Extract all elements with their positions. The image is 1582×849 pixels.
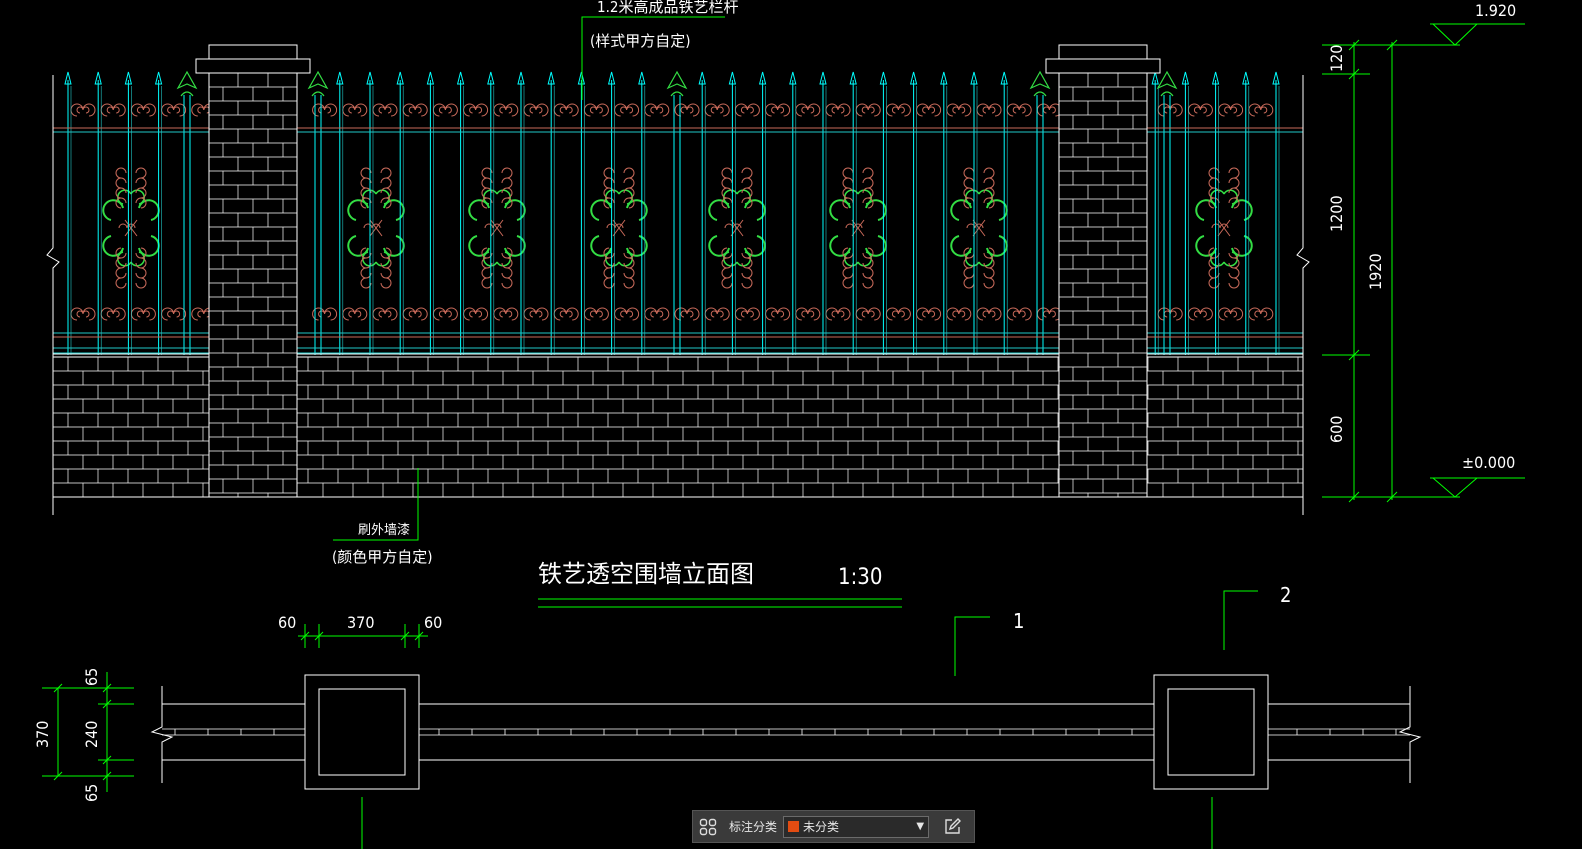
cad-canvas[interactable]: 1.2米高成品铁艺栏杆 (样式甲方自定) 刷外墙漆 (颜色甲方自定) 铁艺透空围… <box>0 0 1582 849</box>
elevation-label-zero: ±0.000 <box>1462 453 1515 472</box>
chevron-down-icon: ▼ <box>916 821 925 832</box>
dim-1200: 1200 <box>1327 195 1346 232</box>
drawing-title: 铁艺透空围墙立面图 <box>538 560 754 588</box>
callout-bottom-text: 刷外墙漆 <box>358 522 410 538</box>
callout-top-note: (样式甲方自定) <box>590 32 691 50</box>
elevation-label-top: 1.920 <box>1475 1 1516 20</box>
annotation-category-label: 标注分类 <box>729 820 778 834</box>
edit-icon[interactable] <box>937 812 967 842</box>
dim-plan-370: 370 <box>347 613 374 632</box>
dim-plan-65-top: 65 <box>82 668 101 686</box>
callout-bottom-note: (颜色甲方自定) <box>332 548 433 566</box>
callout-top-text: 1.2米高成品铁艺栏杆 <box>597 0 738 16</box>
dim-plan-60-right: 60 <box>424 613 442 632</box>
drawing-scale: 1:30 <box>838 565 882 590</box>
dim-120: 120 <box>1327 45 1346 72</box>
category-select-value: 未分类 <box>803 820 840 834</box>
grid-icon[interactable] <box>693 812 723 842</box>
section-mark-1: 1 <box>1013 609 1024 633</box>
category-color-swatch <box>788 821 800 832</box>
dim-1920: 1920 <box>1366 253 1385 290</box>
annotation-toolbar: 标注分类 未分类 ▼ <box>692 810 975 843</box>
dim-plan-65-bottom: 65 <box>82 784 101 802</box>
dim-600: 600 <box>1327 416 1346 443</box>
annotation-category-select[interactable]: 未分类 ▼ <box>783 815 930 838</box>
dim-plan-370-overall: 370 <box>33 721 52 748</box>
dim-plan-240: 240 <box>82 721 101 748</box>
dim-plan-60-left: 60 <box>278 613 296 632</box>
section-mark-2: 2 <box>1280 583 1291 607</box>
